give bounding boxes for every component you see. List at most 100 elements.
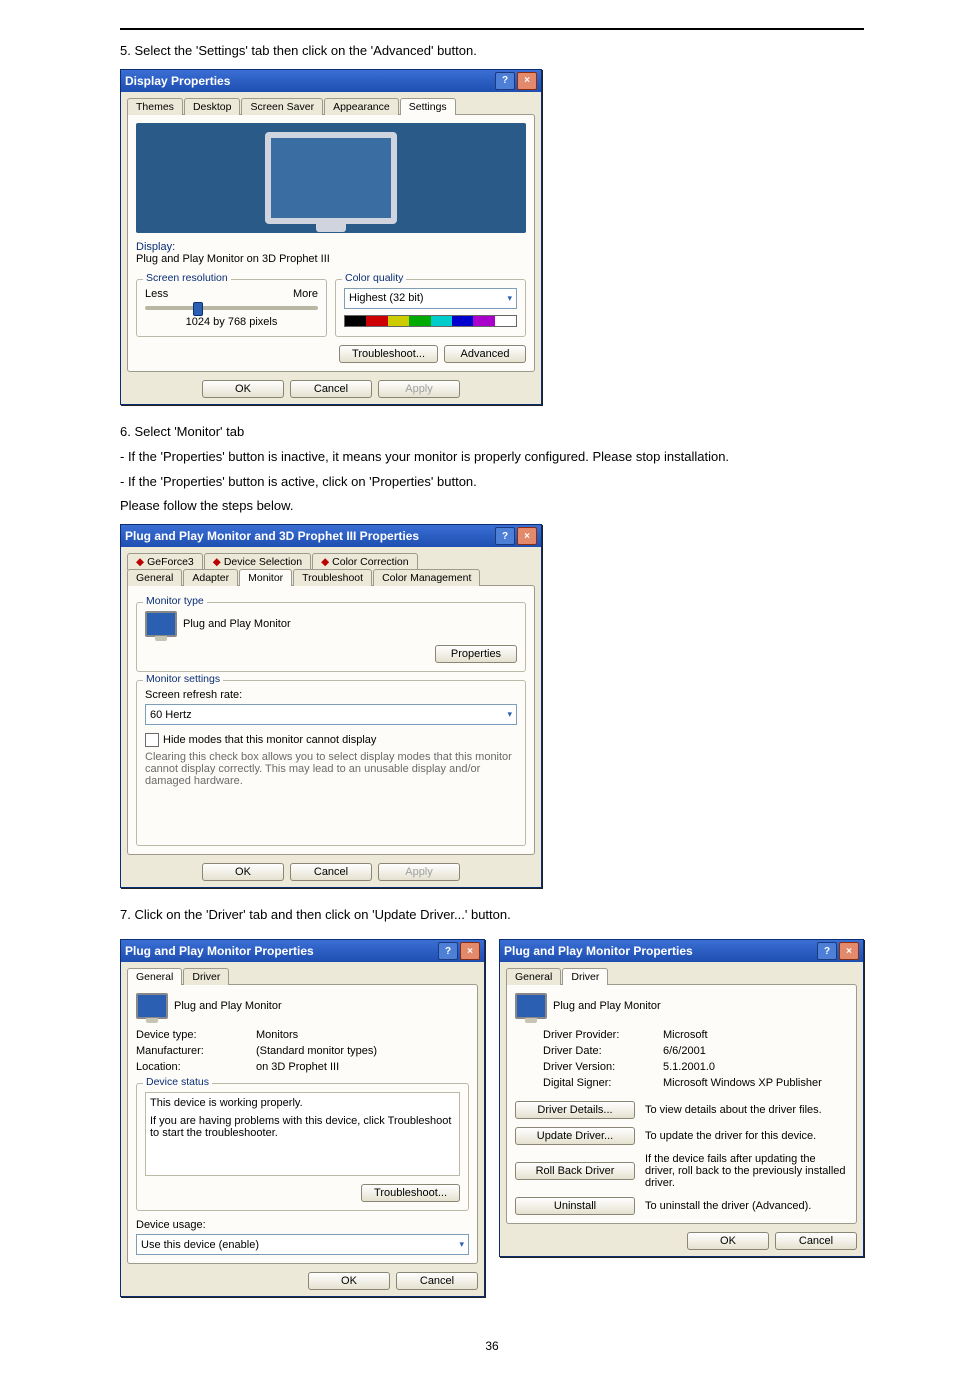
tab-color-correction[interactable]: ◆Color Correction — [312, 553, 418, 570]
chevron-down-icon: ▾ — [459, 1239, 464, 1250]
display-label: Display: — [136, 241, 526, 253]
tab-general[interactable]: General — [127, 968, 182, 985]
close-icon[interactable]: × — [517, 527, 537, 545]
color-legend: Color quality — [342, 272, 406, 284]
ok-button[interactable]: OK — [308, 1272, 390, 1290]
cancel-button[interactable]: Cancel — [775, 1232, 857, 1250]
step7-text: 7. Click on the 'Driver' tab and then cl… — [120, 906, 864, 925]
pnp-driver-dialog: Plug and Play Monitor Properties ? × Gen… — [499, 939, 864, 1257]
cancel-button[interactable]: Cancel — [396, 1272, 478, 1290]
tab-general[interactable]: General — [127, 569, 182, 586]
tab-adapter[interactable]: Adapter — [183, 569, 238, 586]
monitor-icon — [136, 993, 168, 1019]
status-line2: If you are having problems with this dev… — [150, 1115, 455, 1139]
res-value: 1024 by 768 pixels — [145, 316, 318, 328]
step6a-text: - If the 'Properties' button is inactive… — [120, 448, 864, 467]
monitor-properties-dialog: Plug and Play Monitor and 3D Prophet III… — [120, 524, 542, 888]
color-value: Highest (32 bit) — [349, 292, 424, 304]
hide-modes-checkbox[interactable] — [145, 733, 159, 747]
uninstall-text: To uninstall the driver (Advanced). — [645, 1200, 848, 1212]
chevron-down-icon: ▾ — [507, 293, 512, 304]
title: Plug and Play Monitor and 3D Prophet III… — [125, 529, 419, 543]
color-dropdown[interactable]: Highest (32 bit) ▾ — [344, 288, 517, 309]
driver-details-button[interactable]: Driver Details... — [515, 1101, 635, 1119]
monitor-icon — [515, 993, 547, 1019]
hide-modes-label: Hide modes that this monitor cannot disp… — [163, 734, 376, 746]
help-icon[interactable]: ? — [495, 527, 515, 545]
manufacturer-value: (Standard monitor types) — [256, 1045, 469, 1057]
signer-value: Microsoft Windows XP Publisher — [663, 1077, 848, 1089]
status-textarea: This device is working properly. If you … — [145, 1092, 460, 1176]
tab-driver[interactable]: Driver — [562, 968, 608, 985]
manufacturer-label: Manufacturer: — [136, 1045, 246, 1057]
update-driver-button[interactable]: Update Driver... — [515, 1127, 635, 1145]
device-usage-label: Device usage: — [136, 1219, 469, 1231]
tab-geforce[interactable]: ◆GeForce3 — [127, 553, 203, 570]
res-more: More — [293, 288, 318, 300]
provider-label: Driver Provider: — [543, 1029, 653, 1041]
help-icon[interactable]: ? — [438, 942, 458, 960]
title: Plug and Play Monitor Properties — [504, 944, 693, 958]
tab-driver[interactable]: Driver — [183, 968, 229, 985]
properties-button[interactable]: Properties — [435, 645, 517, 663]
uninstall-button[interactable]: Uninstall — [515, 1197, 635, 1215]
tab-troubleshoot[interactable]: Troubleshoot — [293, 569, 372, 586]
cancel-button[interactable]: Cancel — [290, 863, 372, 881]
step6c-text: Please follow the steps below. — [120, 497, 864, 516]
troubleshoot-button[interactable]: Troubleshoot... — [339, 345, 438, 363]
monitor-settings-legend: Monitor settings — [143, 673, 223, 685]
step5-text: 5. Select the 'Settings' tab then click … — [120, 42, 864, 61]
device-name: Plug and Play Monitor — [174, 1000, 282, 1012]
refresh-value: 60 Hertz — [150, 709, 192, 721]
status-line1: This device is working properly. — [150, 1097, 455, 1109]
troubleshoot-button[interactable]: Troubleshoot... — [361, 1184, 460, 1202]
tab-appearance[interactable]: Appearance — [324, 98, 399, 115]
advanced-button[interactable]: Advanced — [444, 345, 526, 363]
help-icon[interactable]: ? — [817, 942, 837, 960]
titlebar: Plug and Play Monitor Properties ? × — [121, 940, 484, 962]
cancel-button[interactable]: Cancel — [290, 380, 372, 398]
resolution-legend: Screen resolution — [143, 272, 231, 284]
hide-modes-text: Clearing this check box allows you to se… — [145, 751, 517, 787]
ok-button[interactable]: OK — [687, 1232, 769, 1250]
rollback-button[interactable]: Roll Back Driver — [515, 1162, 635, 1180]
ok-button[interactable]: OK — [202, 380, 284, 398]
provider-value: Microsoft — [663, 1029, 848, 1041]
version-value: 5.1.2001.0 — [663, 1061, 848, 1073]
tab-general[interactable]: General — [506, 968, 561, 985]
devtype-value: Monitors — [256, 1029, 469, 1041]
date-label: Driver Date: — [543, 1045, 653, 1057]
location-label: Location: — [136, 1061, 246, 1073]
update-driver-text: To update the driver for this device. — [645, 1130, 848, 1142]
resolution-slider[interactable] — [145, 306, 318, 310]
close-icon[interactable]: × — [460, 942, 480, 960]
rollback-text: If the device fails after updating the d… — [645, 1153, 848, 1189]
help-icon[interactable]: ? — [495, 72, 515, 90]
color-icon: ◆ — [321, 556, 329, 568]
ok-button[interactable]: OK — [202, 863, 284, 881]
tab-device-selection[interactable]: ◆Device Selection — [204, 553, 311, 570]
tab-color-management[interactable]: Color Management — [373, 569, 480, 586]
title: Display Properties — [125, 74, 230, 88]
date-value: 6/6/2001 — [663, 1045, 848, 1057]
version-label: Driver Version: — [543, 1061, 653, 1073]
device-status-legend: Device status — [143, 1076, 212, 1088]
tab-settings[interactable]: Settings — [400, 98, 456, 115]
tab-screensaver[interactable]: Screen Saver — [241, 98, 323, 115]
tab-themes[interactable]: Themes — [127, 98, 183, 115]
tab-desktop[interactable]: Desktop — [184, 98, 241, 115]
tab-strip: Themes Desktop Screen Saver Appearance S… — [127, 98, 535, 115]
geforce-icon: ◆ — [136, 556, 144, 568]
step6-text: 6. Select 'Monitor' tab — [120, 423, 864, 442]
close-icon[interactable]: × — [517, 72, 537, 90]
device-usage-value: Use this device (enable) — [141, 1239, 259, 1251]
refresh-label: Screen refresh rate: — [145, 689, 517, 701]
device-usage-dropdown[interactable]: Use this device (enable) ▾ — [136, 1234, 469, 1255]
close-icon[interactable]: × — [839, 942, 859, 960]
apply-button: Apply — [378, 380, 460, 398]
tab-monitor[interactable]: Monitor — [239, 569, 292, 586]
titlebar: Plug and Play Monitor and 3D Prophet III… — [121, 525, 541, 547]
color-swatches — [344, 315, 517, 327]
refresh-dropdown[interactable]: 60 Hertz▾ — [145, 704, 517, 725]
display-preview — [136, 123, 526, 233]
